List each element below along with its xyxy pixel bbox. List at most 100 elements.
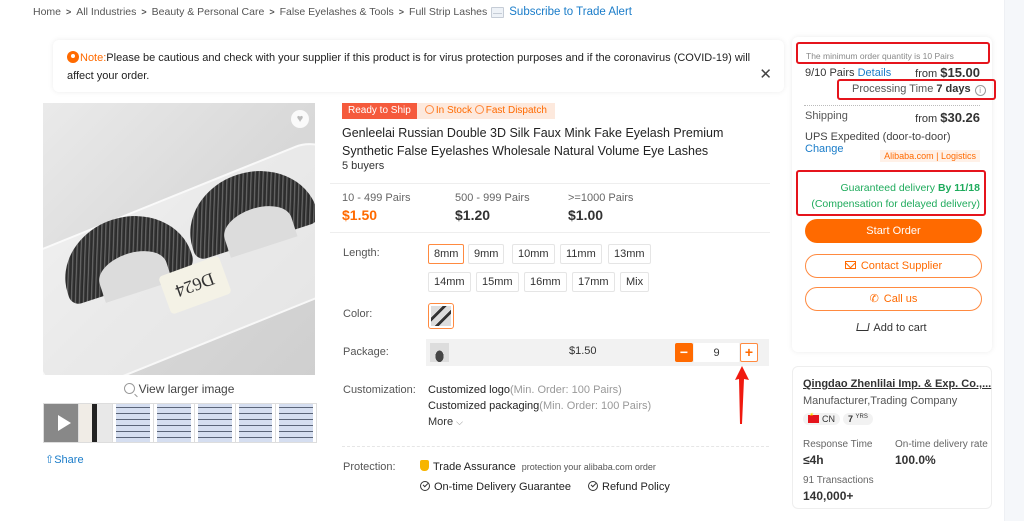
length-option-15mm[interactable]: 15mm <box>476 272 519 292</box>
mail-icon <box>491 6 505 18</box>
subscribe-trade-alert-link[interactable]: Subscribe to Trade Alert <box>509 6 632 18</box>
thumbnail-lash-sheet[interactable] <box>154 404 194 442</box>
view-larger-image-link[interactable]: View larger image <box>43 382 315 396</box>
length-option-17mm[interactable]: 17mm <box>572 272 615 292</box>
length-option-13mm[interactable]: 13mm <box>608 244 651 264</box>
in-stock-label: In Stock <box>435 105 472 116</box>
thumbnail-lash-sheet[interactable] <box>194 404 235 442</box>
length-option-9mm[interactable]: 9mm <box>468 244 505 264</box>
guaranteed-delivery: Guaranteed delivery By 11/18 (Compensati… <box>811 180 980 212</box>
close-icon[interactable]: ✕ <box>759 67 772 82</box>
order-total: from $15.00 <box>915 65 980 80</box>
length-option-10mm[interactable]: 10mm <box>512 244 555 264</box>
trade-assurance[interactable]: Trade Assurance protection your alibaba.c… <box>420 460 656 473</box>
order-card: The minimum order quantity is 10 Pairs 9… <box>792 37 996 352</box>
thumbnail-video[interactable] <box>44 404 78 442</box>
main-product-image[interactable]: D624 ♥ <box>43 103 315 375</box>
tier-price: $1.20 <box>455 207 491 223</box>
tier-quantity: 10 - 499 Pairs <box>342 192 411 204</box>
transactions-value: 140,000+ <box>803 489 854 503</box>
more-customizations-link[interactable]: More ⌵ <box>428 416 463 428</box>
start-order-button[interactable]: Start Order <box>805 219 982 243</box>
ready-to-ship-badge: Ready to Ship <box>342 103 417 119</box>
processing-label: Processing Time <box>852 83 934 95</box>
breadcrumb-beauty[interactable]: Beauty & Personal Care <box>152 6 265 18</box>
price-tier: 10 - 499 Pairs $1.50 <box>342 192 455 223</box>
thumbnail-lash-sheet[interactable] <box>113 404 154 442</box>
country-code: CN <box>822 414 835 424</box>
chevron-down-icon: ⌵ <box>456 417 463 427</box>
length-option-16mm[interactable]: 16mm <box>524 272 567 292</box>
ontime-rate-label: On-time delivery rate <box>895 439 988 450</box>
customization-name: Customized logo <box>428 384 510 396</box>
page-right-gutter <box>1004 0 1024 521</box>
envelope-icon <box>844 261 856 269</box>
customization-logo: Customized logo(Min. Order: 100 Pairs) <box>428 384 622 396</box>
shipping-label: Shipping <box>805 110 848 122</box>
package-thumbnail[interactable] <box>430 343 449 362</box>
thumbnail-lash-sheet[interactable] <box>276 404 317 442</box>
supplier-name-link[interactable]: Qingdao Zhenlilai Imp. & Exp. Co.,... <box>803 378 991 390</box>
breadcrumb-false-eyelashes[interactable]: False Eyelashes & Tools <box>280 6 394 18</box>
length-option-8mm[interactable]: 8mm <box>428 244 465 264</box>
price-tiers: 10 - 499 Pairs $1.50 500 - 999 Pairs $1.… <box>342 192 681 223</box>
guaranteed-label: Guaranteed delivery <box>840 182 936 194</box>
length-option-mix[interactable]: Mix <box>620 272 650 292</box>
share-button[interactable]: ⇧Share <box>45 453 84 466</box>
share-icon: ⇧ <box>45 454 55 466</box>
check-circle-icon <box>420 481 430 491</box>
quantity-increment-button[interactable]: + <box>740 343 758 362</box>
change-shipping-link[interactable]: Change <box>805 143 844 155</box>
cart-label: Add to cart <box>873 322 927 334</box>
color-option[interactable] <box>428 303 454 329</box>
breadcrumb-home[interactable]: Home <box>33 6 61 18</box>
processing-value: 7 days <box>936 83 971 95</box>
quantity-decrement-button[interactable]: − <box>675 343 693 362</box>
color-label: Color: <box>343 308 373 320</box>
years-value: 7 <box>848 414 854 424</box>
zoom-in-icon <box>123 383 135 394</box>
color-swatch-image <box>431 306 451 326</box>
trade-assurance-shield-icon <box>420 460 429 471</box>
view-larger-label: View larger image <box>138 382 235 396</box>
breadcrumb-all-industries[interactable]: All Industries <box>76 6 136 18</box>
details-link[interactable]: Details <box>858 67 892 79</box>
tier-price: $1.50 <box>342 207 378 223</box>
product-title: Genleelai Russian Double 3D Silk Faux Mi… <box>342 126 724 158</box>
customization-name: Customized packaging <box>428 400 540 412</box>
ontime-delivery-guarantee: On-time Delivery Guarantee <box>420 481 571 493</box>
info-icon[interactable]: i <box>974 85 986 96</box>
customization-min: (Min. Order: 100 Pairs) <box>539 400 652 412</box>
trade-assurance-label: Trade Assurance <box>433 461 516 473</box>
logistics-badge: Alibaba.com | Logistics <box>880 150 980 162</box>
check-circle-icon <box>424 105 434 114</box>
check-circle-icon <box>588 481 598 491</box>
note-text: Please be cautious and check with your s… <box>67 52 751 82</box>
check-circle-icon <box>474 105 484 114</box>
fast-dispatch-label: Fast Dispatch <box>485 105 547 116</box>
package-row: $1.50 − + <box>426 339 769 366</box>
thumbnail-model[interactable] <box>78 404 113 442</box>
china-flag-icon <box>808 412 819 423</box>
covid-note-banner: Note:Please be cautious and check with y… <box>53 40 784 92</box>
tier-quantity: 500 - 999 Pairs <box>455 192 530 204</box>
contact-supplier-button[interactable]: Contact Supplier <box>805 254 982 278</box>
heart-icon[interactable]: ♥ <box>291 110 309 128</box>
length-option-14mm[interactable]: 14mm <box>428 272 471 292</box>
breadcrumb: Home > All Industries > Beauty & Personal … <box>33 5 632 19</box>
supplier-tags: CN 7 YRS <box>803 412 873 425</box>
divider <box>330 232 770 233</box>
call-us-button[interactable]: ✆ Call us <box>805 287 982 311</box>
thumbnail-lash-sheet[interactable] <box>235 404 276 442</box>
length-option-11mm[interactable]: 11mm <box>560 244 602 264</box>
processing-time: Processing Time 7 days i <box>852 83 986 96</box>
add-to-cart-button[interactable]: Add to cart <box>792 322 992 334</box>
trade-assurance-note: protection your alibaba.com order <box>521 462 656 472</box>
breadcrumb-full-strip[interactable]: Full Strip Lashes <box>409 6 487 18</box>
quantity-input[interactable] <box>694 343 739 362</box>
refund-policy: Refund Policy <box>588 481 670 493</box>
divider <box>342 446 769 447</box>
years-tag: 7 YRS <box>843 413 873 425</box>
cart-icon <box>856 323 871 331</box>
product-badges: Ready to Ship In Stock Fast Dispatch <box>342 103 555 119</box>
